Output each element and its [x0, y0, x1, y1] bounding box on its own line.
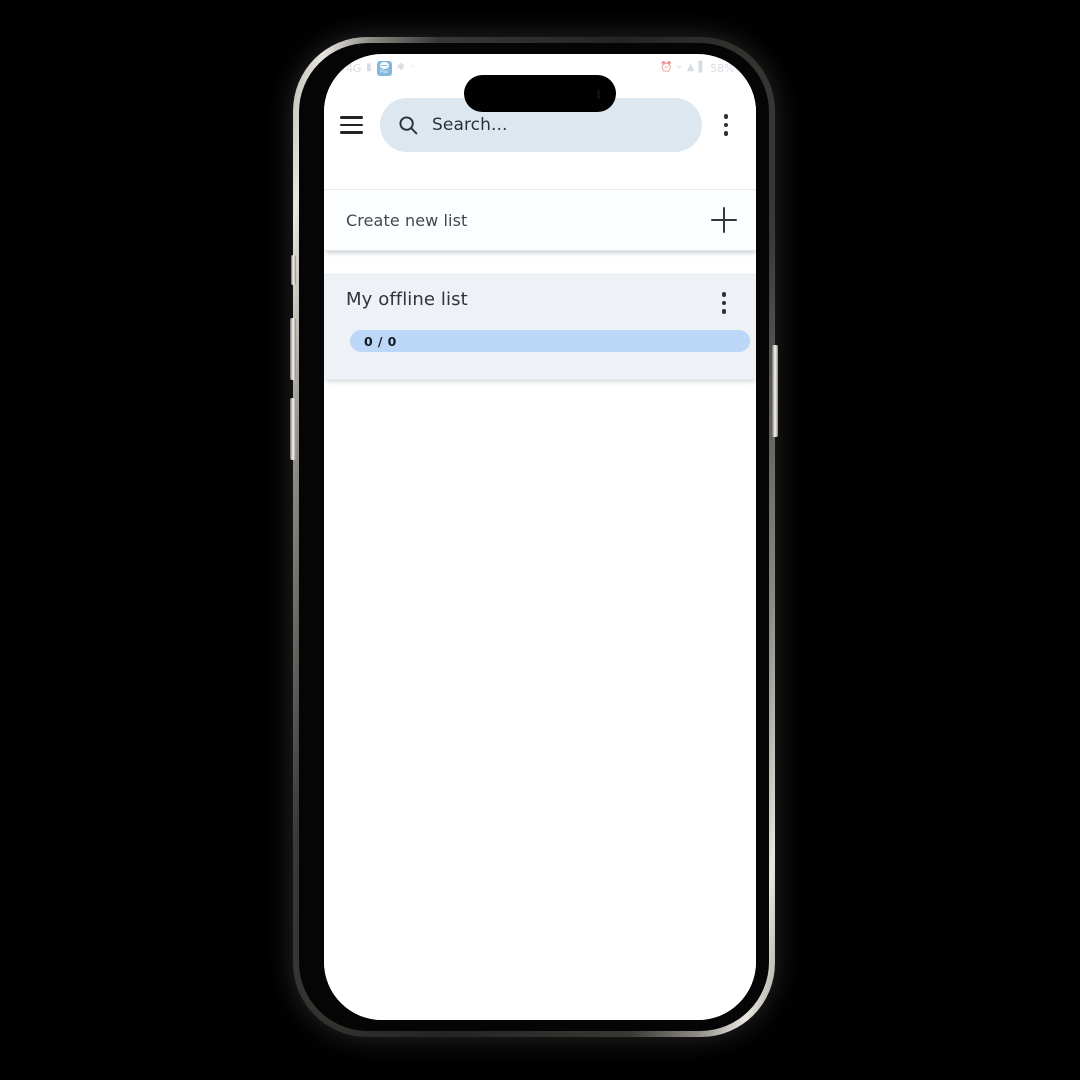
app-badge-label: Plus: [380, 68, 389, 74]
hamburger-bar: [340, 116, 363, 119]
signal-icon: ▮: [366, 62, 372, 73]
app-badge-icon: Plus: [376, 60, 392, 76]
list-progress-label: 0 / 0: [364, 333, 397, 349]
volume-up-button[interactable]: [290, 318, 296, 380]
kebab-dot: [721, 309, 727, 314]
list-item-header: My offline list: [346, 289, 737, 317]
hamburger-menu-icon[interactable]: [340, 110, 370, 140]
hamburger-bar: [340, 123, 363, 127]
alarm-icon: ⏰: [660, 62, 673, 73]
list-item-title: My offline list: [346, 289, 468, 310]
more-vertical-icon[interactable]: [711, 289, 737, 317]
volume-down-button[interactable]: [290, 398, 296, 460]
screenshot-stage: 4G ▮ Plus ✱ ◦ ⏰ ⌁ ▲ ▌ 58% Search... Crea…: [0, 0, 1080, 1080]
kebab-dot: [723, 122, 729, 128]
silent-switch-button[interactable]: [291, 255, 296, 285]
network-type-label: 4G: [346, 61, 362, 75]
phone-bezel: 4G ▮ Plus ✱ ◦ ⏰ ⌁ ▲ ▌ 58% Search... Crea…: [299, 43, 769, 1031]
plus-icon[interactable]: [711, 207, 737, 233]
search-placeholder-text: Search...: [432, 115, 508, 135]
kebab-dot: [721, 292, 727, 297]
vibrate-icon: ⌁: [676, 62, 683, 73]
front-camera-icon: [597, 88, 600, 99]
search-icon: [398, 115, 418, 135]
status-bar-right: ⏰ ⌁ ▲ ▌ 58%: [660, 62, 734, 75]
power-button[interactable]: [772, 345, 778, 437]
create-new-list-label: Create new list: [346, 210, 468, 230]
more-vertical-icon[interactable]: [712, 110, 740, 140]
app-badge-glyph: [379, 62, 389, 70]
list-progress-bar: 0 / 0: [350, 330, 750, 352]
wifi-icon: ▲: [686, 62, 695, 73]
status-bar-left: 4G ▮ Plus ✱ ◦: [346, 60, 416, 76]
kebab-dot: [723, 114, 729, 119]
main-content: Create new list My offline list 0 / 0: [324, 164, 756, 1020]
list-item[interactable]: My offline list 0 / 0: [324, 274, 756, 380]
create-new-list-button[interactable]: Create new list: [324, 189, 756, 251]
kebab-dot: [723, 131, 729, 136]
hamburger-bar: [340, 131, 363, 134]
kebab-dot: [721, 300, 727, 306]
bluetooth-icon: ✱: [396, 62, 406, 73]
phone-frame: 4G ▮ Plus ✱ ◦ ⏰ ⌁ ▲ ▌ 58% Search... Crea…: [293, 37, 775, 1037]
battery-percentage-label: 58%: [710, 61, 734, 75]
dynamic-island: [464, 75, 616, 112]
phone-screen: 4G ▮ Plus ✱ ◦ ⏰ ⌁ ▲ ▌ 58% Search... Crea…: [324, 54, 756, 1020]
signal-bars-icon: ▌: [698, 62, 707, 73]
location-icon: ◦: [410, 62, 416, 73]
